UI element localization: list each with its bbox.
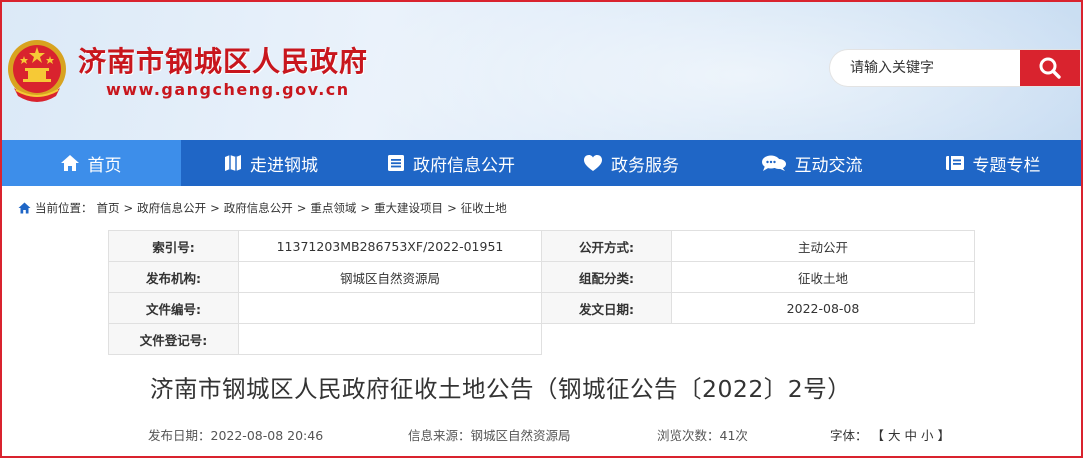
home-icon [18,202,31,214]
index-value: 11371203MB286753XF/2022-01951 [238,230,542,262]
breadcrumb-link-gov-info-sub[interactable]: 政府信息公开 [224,200,293,216]
home-icon [60,155,79,171]
site-title: 济南市钢城区人民政府 [78,45,369,78]
nav-item-home[interactable]: 首页 [0,140,181,186]
date-label: 发文日期: [541,292,672,324]
nav-item-interaction[interactable]: 互动交流 [721,140,902,186]
breadcrumb-separator: > [360,201,371,215]
nav-label: 专题专栏 [972,155,1041,176]
breadcrumb-link-gov-info[interactable]: 政府信息公开 [137,200,206,216]
nav-item-about[interactable]: 走进钢城 [181,140,361,186]
font-bracket-close: 】 [937,428,951,443]
column-icon [945,156,964,170]
category-value: 征收土地 [671,261,975,293]
mode-label: 公开方式: [541,230,672,262]
article-meta: 发布日期：2022-08-08 20:46 信息来源：钢城区自然资源局 浏览次数… [0,425,1083,445]
nav-label: 首页 [87,155,122,176]
org-value: 钢城区自然资源局 [238,261,542,293]
breadcrumb-link-key-areas[interactable]: 重点领域 [310,200,356,216]
date-value: 2022-08-08 [671,292,975,324]
table-row: 文件登记号: [108,323,975,355]
search-button[interactable] [1020,50,1080,86]
nav-item-services[interactable]: 政务服务 [541,140,721,186]
font-size-label: 字体： [830,428,868,443]
info-source: 信息来源：钢城区自然资源局 [408,428,571,443]
nav-label: 政务服务 [611,155,679,176]
map-icon [225,155,241,171]
table-empty-cell [672,324,975,355]
font-large-button[interactable]: 大 [888,428,901,443]
table-row: 索引号: 11371203MB286753XF/2022-01951 公开方式:… [108,230,975,262]
mode-value: 主动公开 [671,230,975,262]
reg-value [238,323,542,355]
search-box [830,50,1080,86]
doc-no-value [238,292,542,324]
breadcrumb: 当前位置： 首页 > 政府信息公开 > 政府信息公开 > 重点领域 > 重大建设… [18,200,507,216]
breadcrumb-separator: > [210,201,220,215]
font-small-button[interactable]: 小 [921,428,934,443]
breadcrumb-separator: > [447,201,457,215]
nav-item-gov-info[interactable]: 政府信息公开 [361,140,541,186]
category-label: 组配分类: [541,261,672,293]
view-count: 浏览次数：41次 [657,428,748,443]
site-url: www.gangcheng.gov.cn [106,80,350,99]
breadcrumb-separator: > [123,201,134,215]
font-medium-button[interactable]: 中 [905,428,918,443]
font-size-switch: 字体： 【 大 中 小 】 [830,425,950,444]
font-bracket-open: 【 [871,428,885,443]
national-emblem-icon [8,40,66,102]
site-header: 济南市钢城区人民政府 www.gangcheng.gov.cn [0,0,1083,140]
reg-label: 文件登记号: [108,323,239,355]
breadcrumb-link-home[interactable]: 首页 [97,200,120,216]
doc-no-label: 文件编号: [108,292,239,324]
breadcrumb-separator: > [296,201,307,215]
nav-label: 政府信息公开 [413,155,515,176]
breadcrumb-link-land[interactable]: 征收土地 [461,200,507,216]
nav-label: 互动交流 [794,155,863,176]
chat-icon [761,155,786,171]
document-info-table: 索引号: 11371203MB286753XF/2022-01951 公开方式:… [108,230,975,355]
article-title: 济南市钢城区人民政府征收土地公告（钢城征公告〔2022〕2号） [150,375,852,403]
table-empty-cell [542,324,672,355]
org-label: 发布机构: [108,261,239,293]
main-nav: 首页 走进钢城 政府信息公开 政务服务 互动交流 专题专栏 [0,140,1083,186]
heart-icon [584,155,602,171]
table-row: 文件编号: 发文日期: 2022-08-08 [108,292,975,324]
search-icon [1039,57,1061,79]
index-label: 索引号: [108,230,239,262]
nav-item-special[interactable]: 专题专栏 [902,140,1083,186]
publish-date: 发布日期：2022-08-08 20:46 [148,428,324,443]
table-row: 发布机构: 钢城区自然资源局 组配分类: 征收土地 [108,261,975,293]
breadcrumb-prefix: 当前位置： [35,201,93,215]
nav-label: 走进钢城 [250,155,318,176]
search-input[interactable] [830,50,1020,86]
document-icon [388,155,404,171]
breadcrumb-link-major-projects[interactable]: 重大建设项目 [374,200,443,216]
